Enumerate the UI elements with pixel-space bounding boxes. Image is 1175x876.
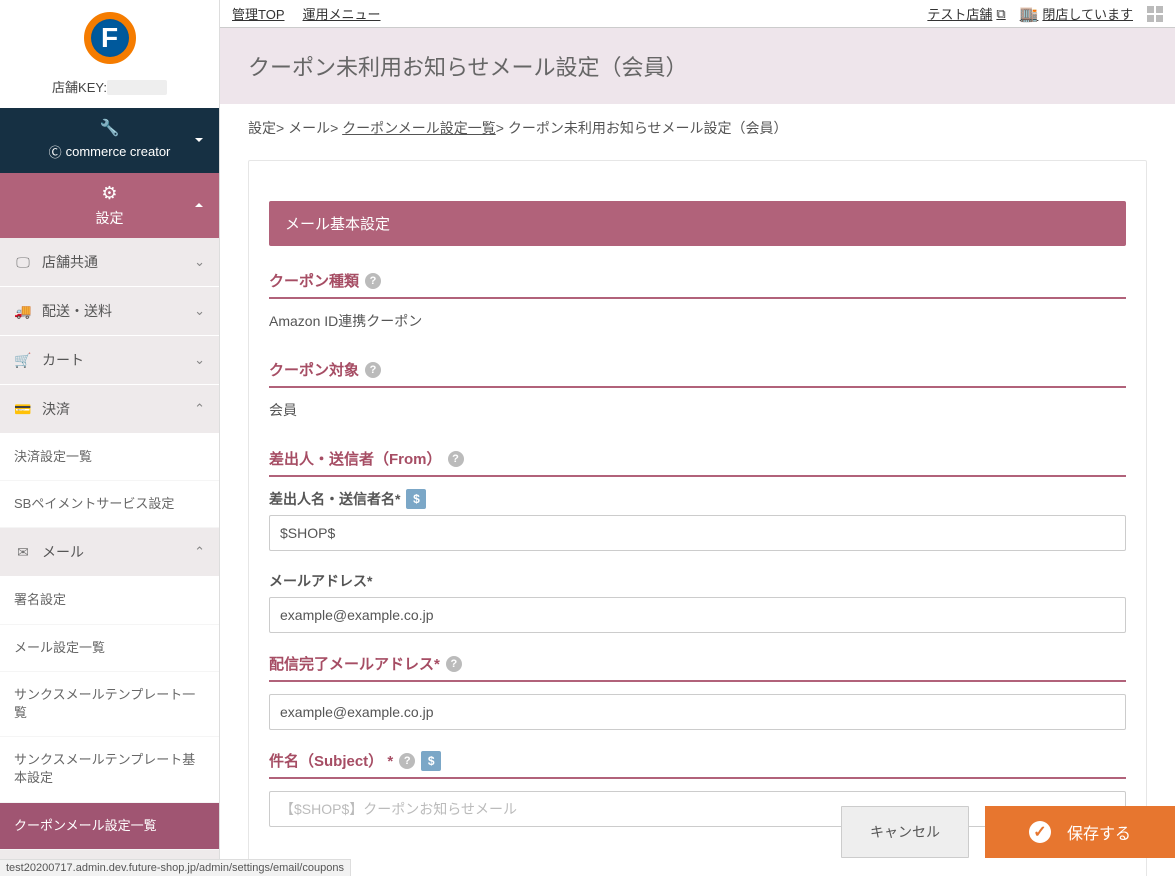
shop-key-label: 店舗KEY: (52, 80, 107, 95)
chevron-up-icon: ⌃ (194, 544, 205, 560)
admin-top-link[interactable]: 管理TOP (232, 4, 285, 23)
mail-addr-label: メールアドレス* (269, 571, 1126, 591)
help-icon[interactable]: ? (399, 753, 415, 769)
test-store-link[interactable]: テスト店舗 ⧉ (927, 4, 1005, 23)
nav-sub-thanks-tpl-list[interactable]: サンクスメールテンプレート一覧 (0, 672, 219, 737)
field-head-from: 差出人・送信者（From） ? (269, 448, 1126, 477)
nav-commerce-creator[interactable]: 🔧 Ⓒcommerce creator (0, 108, 219, 173)
shop-key-row: 店舗KEY:xxxxxxxx (0, 73, 219, 108)
status-bar-url: test20200717.admin.dev.future-shop.jp/ad… (0, 859, 351, 876)
coupon-type-value: Amazon ID連携クーポン (269, 311, 1126, 331)
logo-icon: F (84, 12, 136, 64)
sender-name-input[interactable] (269, 515, 1126, 551)
store-icon: 🏬 (1020, 5, 1039, 23)
delivery-addr-input[interactable] (269, 694, 1126, 730)
breadcrumb: 設定> メール> クーポンメール設定一覧> クーポン未利用お知らせメール設定（会… (220, 104, 1175, 152)
nav-item-label: 配送・送料 (42, 301, 112, 321)
card-icon: 💳 (14, 401, 32, 418)
nav-sub-payment-list[interactable]: 決済設定一覧 (0, 434, 219, 481)
help-icon[interactable]: ? (365, 362, 381, 378)
field-head-coupon-target: クーポン対象 ? (269, 359, 1126, 388)
field-head-subject: 件名（Subject） * ? $ (269, 750, 1126, 779)
settings-label: 設定 (0, 208, 219, 228)
check-circle-icon: ✓ (1029, 821, 1051, 843)
apps-grid-icon[interactable] (1147, 6, 1163, 22)
sender-name-label: 差出人名・送信者名* $ (269, 489, 1126, 509)
mail-addr-input[interactable] (269, 597, 1126, 633)
logo-area[interactable]: F (0, 0, 219, 73)
page-title: クーポン未利用お知らせメール設定（会員） (220, 28, 1175, 104)
truck-icon: 🚚 (14, 303, 32, 320)
nav-item-label: 店舗共通 (42, 252, 98, 272)
commerce-creator-label: commerce creator (66, 144, 171, 159)
help-icon[interactable]: ? (365, 273, 381, 289)
cc-icon: Ⓒ (49, 142, 62, 161)
form-panel: メール基本設定 クーポン種類 ? Amazon ID連携クーポン クーポン対象 … (248, 160, 1147, 876)
help-icon[interactable]: ? (446, 656, 462, 672)
topbar: 管理TOP 運用メニュー テスト店舗 ⧉ 🏬 閉店しています (220, 0, 1175, 28)
chevron-down-icon (193, 133, 205, 149)
variable-badge-icon[interactable]: $ (406, 489, 426, 509)
breadcrumb-item: メール (288, 120, 330, 136)
gear-icon: ⚙ (0, 183, 219, 204)
closed-link[interactable]: 🏬 閉店しています (1020, 4, 1133, 23)
field-head-coupon-type: クーポン種類 ? (269, 270, 1126, 299)
mail-icon: ✉ (14, 544, 32, 561)
help-icon[interactable]: ? (448, 451, 464, 467)
nav-sub-signature[interactable]: 署名設定 (0, 577, 219, 624)
wrench-icon: 🔧 (0, 118, 219, 138)
field-head-delivery-addr: 配信完了メールアドレス* ? (269, 653, 1126, 682)
variable-badge-icon[interactable]: $ (421, 751, 441, 771)
nav-sub-sb-payment[interactable]: SBペイメントサービス設定 (0, 481, 219, 528)
section-title: メール基本設定 (269, 201, 1126, 246)
nav-store-common[interactable]: 🖵 店舗共通 ⌄ (0, 238, 219, 287)
breadcrumb-item: クーポン未利用お知らせメール設定（会員） (508, 120, 788, 136)
nav-item-label: メール (42, 542, 84, 562)
chevron-up-icon: ⌃ (194, 401, 205, 417)
nav-cart[interactable]: 🛒 カート ⌄ (0, 336, 219, 385)
breadcrumb-item: 設定 (248, 120, 276, 136)
nav-shipping[interactable]: 🚚 配送・送料 ⌄ (0, 287, 219, 336)
nav-sub-thanks-tpl-basic[interactable]: サンクスメールテンプレート基本設定 (0, 737, 219, 802)
nav-item-label: カート (42, 350, 84, 370)
nav-sub-coupon-mail-list[interactable]: クーポンメール設定一覧 (0, 803, 219, 850)
shop-key-value: xxxxxxxx (107, 80, 167, 95)
content-scroll: メール基本設定 クーポン種類 ? Amazon ID連携クーポン クーポン対象 … (220, 152, 1175, 876)
cancel-button[interactable]: キャンセル (841, 806, 969, 858)
coupon-target-value: 会員 (269, 400, 1126, 420)
nav-item-label: 決済 (42, 399, 70, 419)
chevron-up-icon (193, 198, 205, 214)
save-button-label: 保存する (1067, 820, 1131, 844)
ops-menu-link[interactable]: 運用メニュー (303, 4, 381, 23)
monitor-icon: 🖵 (14, 254, 32, 271)
breadcrumb-link[interactable]: クーポンメール設定一覧 (342, 120, 496, 136)
nav-settings[interactable]: ⚙ 設定 (0, 173, 219, 238)
nav-mail[interactable]: ✉ メール ⌃ (0, 528, 219, 577)
chevron-down-icon: ⌄ (194, 352, 205, 368)
nav-payment[interactable]: 💳 決済 ⌃ (0, 385, 219, 434)
sidebar: F 店舗KEY:xxxxxxxx 🔧 Ⓒcommerce creator ⚙ 設… (0, 0, 220, 876)
nav-sub-mail-list[interactable]: メール設定一覧 (0, 625, 219, 672)
save-button[interactable]: ✓ 保存する (985, 806, 1175, 858)
chevron-down-icon: ⌄ (194, 303, 205, 319)
external-link-icon: ⧉ (996, 6, 1005, 22)
cart-icon: 🛒 (14, 352, 32, 369)
main-area: 管理TOP 運用メニュー テスト店舗 ⧉ 🏬 閉店しています クーポン未利用お知… (220, 0, 1175, 876)
chevron-down-icon: ⌄ (194, 254, 205, 270)
footer-actions: キャンセル ✓ 保存する (220, 806, 1175, 858)
